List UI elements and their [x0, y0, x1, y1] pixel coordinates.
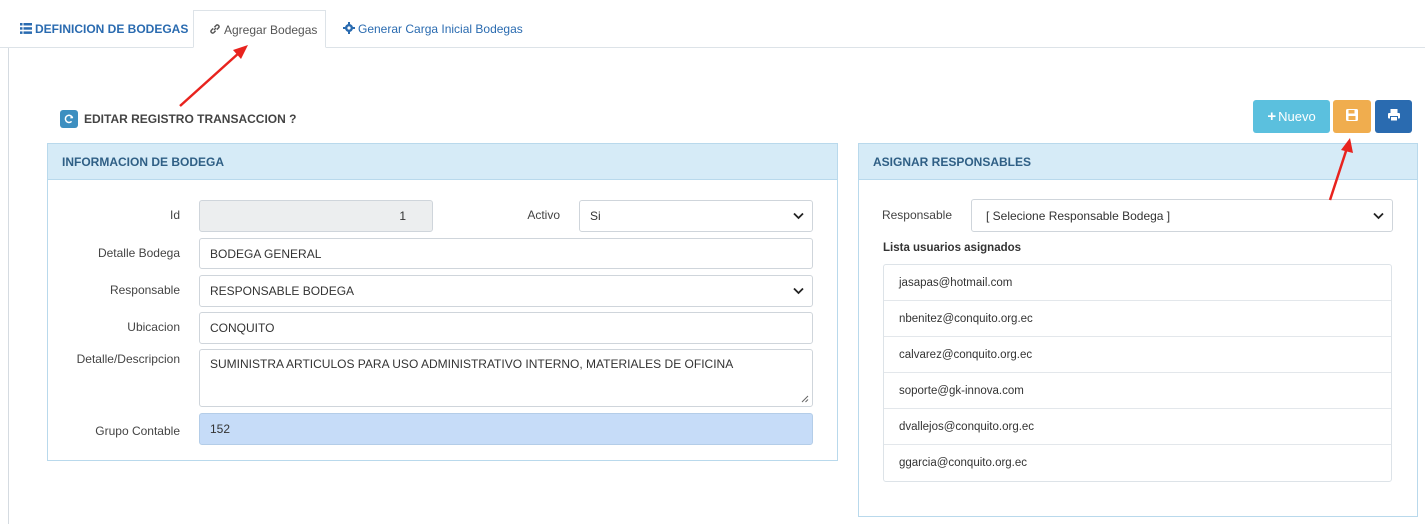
- link-icon: [209, 12, 221, 50]
- grupo-contable-field[interactable]: 152: [199, 413, 813, 445]
- detalle-bodega-value: BODEGA GENERAL: [210, 246, 322, 261]
- assign-responsable-label: Responsable: [881, 208, 952, 222]
- refresh-icon: [60, 110, 78, 128]
- assign-responsable-select[interactable]: [ Selecione Responsable Bodega ]: [971, 199, 1393, 232]
- descripcion-textarea[interactable]: SUMINISTRA ARTICULOS PARA USO ADMINISTRA…: [199, 349, 813, 407]
- nuevo-button[interactable]: + Nuevo: [1253, 100, 1330, 133]
- descripcion-value: SUMINISTRA ARTICULOS PARA USO ADMINISTRA…: [210, 357, 734, 371]
- detalle-bodega-label: Detalle Bodega: [97, 246, 180, 260]
- activo-select[interactable]: Si: [579, 200, 813, 232]
- id-field: 1: [199, 200, 433, 232]
- tab-agregar-bodegas[interactable]: Agregar Bodegas: [193, 10, 326, 48]
- list-item[interactable]: nbenitez@conquito.org.ec: [884, 301, 1391, 337]
- tab-generar-carga[interactable]: Generar Carga Inicial Bodegas: [343, 10, 523, 48]
- list-item[interactable]: jasapas@hotmail.com: [884, 265, 1391, 301]
- nuevo-label: Nuevo: [1278, 109, 1316, 124]
- users-list-title: Lista usuarios asignados: [883, 242, 1022, 254]
- informacion-bodega-title: INFORMACION DE BODEGA: [48, 144, 837, 180]
- edit-record-title-text: EDITAR REGISTRO TRANSACCION ?: [84, 112, 297, 126]
- ubicacion-label: Ubicacion: [127, 320, 180, 334]
- edit-record-title: EDITAR REGISTRO TRANSACCION ?: [60, 108, 296, 130]
- list-item[interactable]: ggarcia@conquito.org.ec: [884, 445, 1391, 481]
- resize-handle-icon[interactable]: [801, 395, 809, 403]
- grupo-contable-label: Grupo Contable: [95, 424, 180, 438]
- list-item[interactable]: calvarez@conquito.org.ec: [884, 337, 1391, 373]
- list-icon: [20, 11, 32, 49]
- tab-bar: DEFINICION DE BODEGAS Agregar Bodegas Ge…: [0, 0, 1425, 48]
- activo-value: Si: [590, 209, 601, 223]
- assign-responsable-value: [ Selecione Responsable Bodega ]: [986, 208, 1171, 223]
- responsable-value: RESPONSABLE BODEGA: [210, 284, 355, 298]
- grupo-contable-value: 152: [210, 422, 231, 436]
- id-value: 1: [399, 209, 406, 223]
- tab-agregar-label: Agregar Bodegas: [224, 23, 318, 37]
- ubicacion-field[interactable]: CONQUITO: [199, 312, 813, 344]
- responsable-select[interactable]: RESPONSABLE BODEGA: [199, 275, 813, 307]
- chevron-down-icon: [793, 212, 804, 220]
- id-label: Id: [169, 208, 180, 222]
- print-button[interactable]: [1375, 100, 1412, 133]
- gear-icon: [343, 11, 355, 49]
- descripcion-label: Detalle/Descripcion: [76, 352, 180, 366]
- list-item[interactable]: dvallejos@conquito.org.ec: [884, 409, 1391, 445]
- tab-definicion-bodegas[interactable]: DEFINICION DE BODEGAS: [20, 10, 188, 48]
- list-item[interactable]: soporte@gk-innova.com: [884, 373, 1391, 409]
- chevron-down-icon: [793, 287, 804, 295]
- plus-icon: +: [1267, 108, 1277, 125]
- detalle-bodega-field[interactable]: BODEGA GENERAL: [199, 238, 813, 269]
- responsable-label: Responsable: [109, 283, 180, 297]
- asignar-responsables-title: ASIGNAR RESPONSABLES: [859, 144, 1417, 180]
- activo-label: Activo: [527, 208, 560, 222]
- tab-generar-label: Generar Carga Inicial Bodegas: [358, 22, 523, 36]
- save-button[interactable]: [1333, 100, 1371, 133]
- print-icon: [1387, 108, 1401, 125]
- ubicacion-value: CONQUITO: [210, 321, 275, 335]
- tab-definicion-label: DEFINICION DE BODEGAS: [35, 22, 189, 36]
- chevron-down-icon: [1373, 212, 1384, 219]
- save-icon: [1345, 108, 1359, 125]
- users-list: jasapas@hotmail.com nbenitez@conquito.or…: [883, 264, 1392, 482]
